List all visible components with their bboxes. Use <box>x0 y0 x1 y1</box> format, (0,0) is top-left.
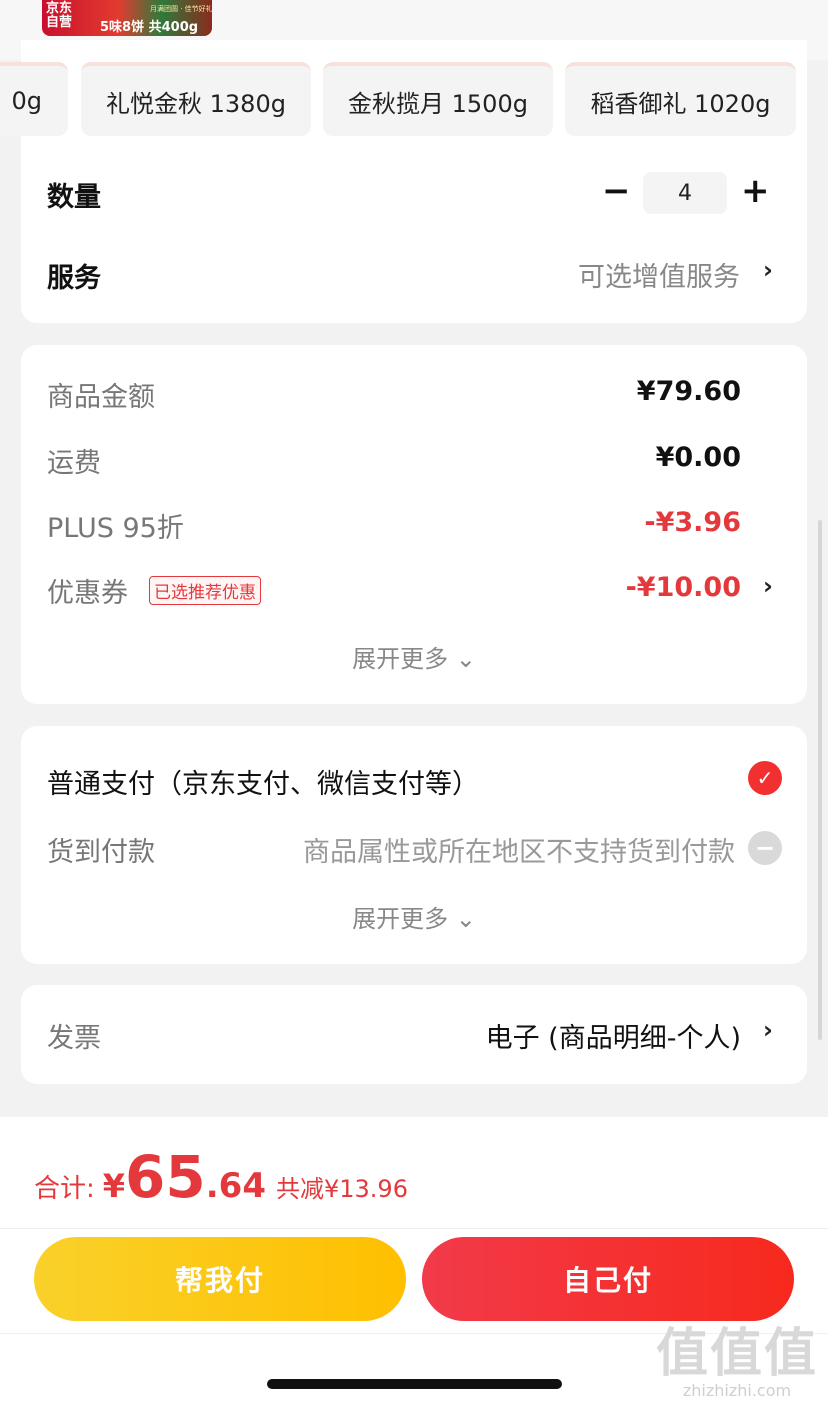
spec-option[interactable]: 0g <box>0 62 68 136</box>
quantity-plus-button[interactable]: + <box>741 174 770 208</box>
total-price: 合计: ¥ 65 .64 共减¥13.96 <box>34 1143 408 1211</box>
invoice-value[interactable]: 电子 (商品明细-个人) <box>486 1016 741 1055</box>
payment-method-card: 普通支付（京东支付、微信支付等） ✓ 货到付款 商品属性或所在地区不支持货到付款… <box>21 726 807 964</box>
payment-expand-more-button[interactable]: 展开更多 ⌄ <box>21 899 807 934</box>
price-expand-more-button[interactable]: 展开更多 ⌄ <box>21 639 807 674</box>
scrollbar[interactable] <box>818 520 822 1040</box>
check-icon[interactable]: ✓ <box>748 761 782 795</box>
jd-logo: 京东自营 <box>46 1 73 30</box>
watermark-logo: 值值值 <box>655 1324 818 1384</box>
cod-unavailable-note: 商品属性或所在地区不支持货到付款 <box>303 837 735 868</box>
divider <box>0 1228 828 1229</box>
invoice-card[interactable]: 发票 电子 (商品明细-个人) › <box>21 985 807 1084</box>
invoice-chevron-icon[interactable]: › <box>763 1016 773 1044</box>
quantity-input[interactable]: 4 <box>643 172 727 214</box>
goods-amount: ¥79.60 <box>636 376 741 407</box>
quantity-minus-button[interactable]: − <box>602 174 631 208</box>
service-hint[interactable]: 可选增值服务 <box>578 255 740 294</box>
cod-label: 货到付款 <box>47 837 155 868</box>
home-indicator[interactable] <box>267 1379 562 1389</box>
total-currency: ¥ <box>102 1167 126 1205</box>
total-label: 合计: <box>34 1174 95 1204</box>
banner-spec-text: 5味8饼 共400g <box>100 20 199 35</box>
shipping-label: 运费 <box>47 448 101 479</box>
plus-discount-label: PLUS 95折 <box>47 513 184 544</box>
spec-option[interactable]: 稻香御礼 1020g <box>565 62 796 136</box>
service-chevron-icon[interactable]: › <box>763 256 773 284</box>
coupon-chevron-icon[interactable]: › <box>763 572 773 600</box>
total-integer: 65 <box>125 1143 206 1211</box>
watermark: 值值值 zhizhizhi.com <box>656 1327 818 1400</box>
total-saved: 共减¥13.96 <box>275 1175 408 1203</box>
plus-discount-amount: -¥3.96 <box>644 507 741 538</box>
invoice-label: 发票 <box>47 1023 101 1054</box>
shipping-amount: ¥0.00 <box>655 442 741 473</box>
coupon-amount[interactable]: -¥10.00 <box>626 572 741 603</box>
checkout-footer: 合计: ¥ 65 .64 共减¥13.96 帮我付 自己付 值值值 zhizhi… <box>0 1117 828 1406</box>
product-thumbnail[interactable]: 京东自营 月满团圆 · 佳节好礼 5味8饼 共400g <box>42 0 212 36</box>
goods-amount-label: 商品金额 <box>47 382 155 413</box>
service-label: 服务 <box>47 263 101 294</box>
spec-option[interactable]: 金秋揽月 1500g <box>323 62 553 136</box>
total-decimal: .64 <box>205 1166 266 1206</box>
pay-myself-button[interactable]: 自己付 <box>422 1237 794 1321</box>
coupon-recommended-badge: 已选推荐优惠 <box>149 576 261 605</box>
help-me-pay-button[interactable]: 帮我付 <box>34 1237 406 1321</box>
coupon-label: 优惠券 <box>47 578 128 609</box>
banner-small-text: 月满团圆 · 佳节好礼 <box>150 5 212 13</box>
normal-payment-option[interactable]: 普通支付（京东支付、微信支付等） <box>47 762 479 801</box>
spec-option[interactable]: 礼悦金秋 1380g <box>81 62 311 136</box>
spec-options: 0g 礼悦金秋 1380g 金秋揽月 1500g 稻香御礼 1020g <box>0 62 828 138</box>
disabled-icon: − <box>748 831 782 865</box>
price-summary-card: 商品金额 ¥79.60 运费 ¥0.00 PLUS 95折 -¥3.96 优惠券… <box>21 345 807 704</box>
quantity-label: 数量 <box>47 182 101 213</box>
